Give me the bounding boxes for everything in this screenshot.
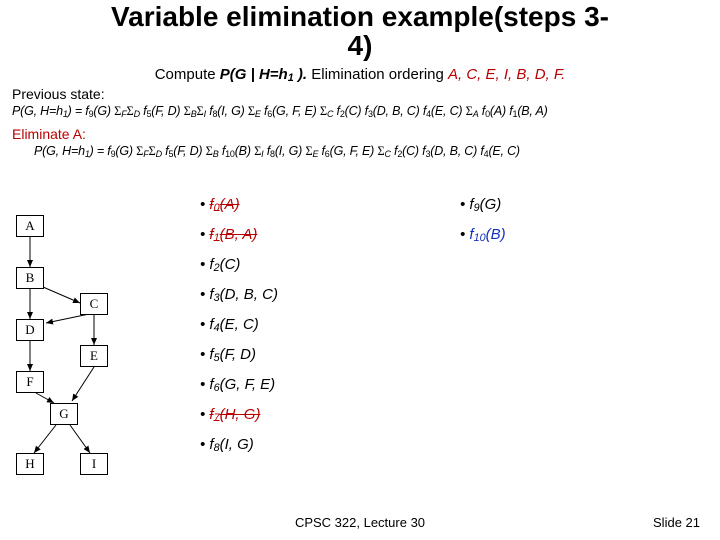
factor-row: f4(E, C) xyxy=(200,310,700,340)
subtitle: Compute P(G | H=h1 ). Elimination orderi… xyxy=(0,66,720,84)
node-f: F xyxy=(16,371,44,393)
previous-state: Previous state: P(G, H=h1) = f9(G) ΣFΣD … xyxy=(12,86,712,120)
footer-course: CPSC 322, Lecture 30 xyxy=(0,515,720,530)
factor-list: f0(A) f9(G) f1(B, A) f10(B) f2(C) f3(D, … xyxy=(200,190,700,460)
factor-row: f1(B, A) f10(B) xyxy=(200,220,700,250)
factor-row: f5(F, D) xyxy=(200,340,700,370)
factor-row: f6(G, F, E) xyxy=(200,370,700,400)
bayes-net-graph: A B C D E F G H I xyxy=(12,215,157,515)
factor-row: f7(H, G) xyxy=(200,400,700,430)
eliminate-step: Eliminate A: P(G, H=h1) = f9(G) ΣFΣD f5(… xyxy=(12,126,712,160)
node-b: B xyxy=(16,267,44,289)
node-c: C xyxy=(80,293,108,315)
node-d: D xyxy=(16,319,44,341)
node-e: E xyxy=(80,345,108,367)
node-i: I xyxy=(80,453,108,475)
slide-title: Variable elimination example(steps 3- 4) xyxy=(0,2,720,61)
factor-row: f2(C) xyxy=(200,250,700,280)
footer-slide-number: Slide 21 xyxy=(653,515,700,530)
node-h: H xyxy=(16,453,44,475)
node-g: G xyxy=(50,403,78,425)
node-a: A xyxy=(16,215,44,237)
factor-row: f3(D, B, C) xyxy=(200,280,700,310)
factor-row: f0(A) f9(G) xyxy=(200,190,700,220)
factor-row: f8(I, G) xyxy=(200,430,700,460)
